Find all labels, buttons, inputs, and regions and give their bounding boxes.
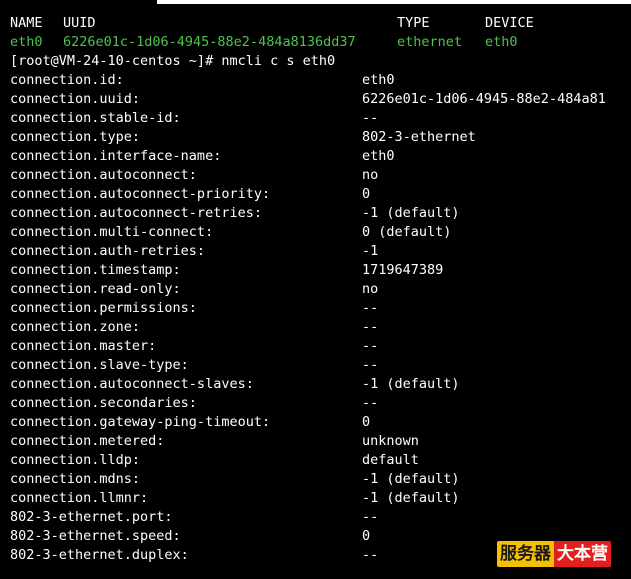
row-type: ethernet bbox=[397, 34, 463, 50]
window-top-strip-light bbox=[157, 0, 631, 4]
property-key: connection.id: bbox=[10, 72, 124, 88]
property-value: -- bbox=[362, 319, 379, 335]
property-value: 1719647389 bbox=[362, 262, 444, 278]
property-key: connection.permissions: bbox=[10, 300, 197, 316]
property-value: -- bbox=[362, 300, 379, 316]
property-value: unknown bbox=[362, 433, 419, 449]
property-key: connection.uuid: bbox=[10, 91, 141, 107]
property-key: 802-3-ethernet.port: bbox=[10, 509, 173, 525]
device-table-row: eth0 6226e01c-1d06-4945-88e2-484a8136dd3… bbox=[10, 33, 518, 52]
property-value: -- bbox=[362, 357, 379, 373]
window-top-strip bbox=[0, 0, 631, 4]
property-value: -- bbox=[362, 338, 379, 354]
property-value: -1 bbox=[362, 243, 379, 259]
property-value: 0 bbox=[362, 186, 371, 202]
property-key: 802-3-ethernet.speed: bbox=[10, 528, 181, 544]
property-key: connection.multi-connect: bbox=[10, 224, 214, 240]
property-value: 0 (default) bbox=[362, 224, 452, 240]
property-value: default bbox=[362, 452, 419, 468]
property-value: -- bbox=[362, 509, 379, 525]
property-value: 0 bbox=[362, 414, 371, 430]
property-key: connection.llmnr: bbox=[10, 490, 149, 506]
property-key: connection.autoconnect-retries: bbox=[10, 205, 262, 221]
property-key: connection.zone: bbox=[10, 319, 141, 335]
property-key: connection.type: bbox=[10, 129, 141, 145]
property-value: -1 (default) bbox=[362, 490, 460, 506]
watermark-part1: 服务器 bbox=[497, 541, 554, 567]
row-uuid: 6226e01c-1d06-4945-88e2-484a8136dd37 bbox=[63, 34, 356, 50]
shell-prompt: [root@VM-24-10-centos ~]# nmcli c s eth0 bbox=[10, 53, 336, 69]
property-key: connection.lldp: bbox=[10, 452, 141, 468]
property-value: -- bbox=[362, 110, 379, 126]
header-uuid: UUID bbox=[63, 15, 96, 31]
property-key: connection.slave-type: bbox=[10, 357, 189, 373]
watermark-logo: 服务器 大本营 bbox=[497, 541, 611, 567]
property-key: connection.gateway-ping-timeout: bbox=[10, 414, 271, 430]
property-key: connection.metered: bbox=[10, 433, 165, 449]
property-value: -1 (default) bbox=[362, 205, 460, 221]
row-device: eth0 bbox=[485, 34, 518, 50]
header-type: TYPE bbox=[397, 15, 430, 31]
header-device: DEVICE bbox=[485, 15, 534, 31]
property-key: connection.read-only: bbox=[10, 281, 181, 297]
property-key: connection.interface-name: bbox=[10, 148, 222, 164]
property-value: eth0 bbox=[362, 148, 395, 164]
property-value: 802-3-ethernet bbox=[362, 129, 476, 145]
device-table-header: NAME UUID TYPE DEVICE bbox=[10, 14, 534, 33]
property-key: connection.timestamp: bbox=[10, 262, 181, 278]
row-name: eth0 bbox=[10, 34, 43, 50]
property-key: connection.secondaries: bbox=[10, 395, 197, 411]
property-value: -- bbox=[362, 395, 379, 411]
property-key: connection.mdns: bbox=[10, 471, 141, 487]
property-key: connection.autoconnect-priority: bbox=[10, 186, 271, 202]
header-name: NAME bbox=[10, 15, 43, 31]
property-value: 0 bbox=[362, 528, 371, 544]
property-value: eth0 bbox=[362, 72, 395, 88]
property-value: -1 (default) bbox=[362, 471, 460, 487]
property-value: no bbox=[362, 281, 379, 297]
property-value: no bbox=[362, 167, 379, 183]
property-value: -- bbox=[362, 547, 379, 563]
property-key: connection.stable-id: bbox=[10, 110, 181, 126]
property-key: 802-3-ethernet.duplex: bbox=[10, 547, 189, 563]
watermark-part2: 大本营 bbox=[554, 541, 611, 567]
terminal-window[interactable]: NAME UUID TYPE DEVICE eth0 6226e01c-1d06… bbox=[0, 0, 631, 579]
property-value: -1 (default) bbox=[362, 376, 460, 392]
property-key: connection.master: bbox=[10, 338, 157, 354]
property-value: 6226e01c-1d06-4945-88e2-484a81 bbox=[362, 91, 606, 107]
property-key: connection.auth-retries: bbox=[10, 243, 206, 259]
property-key: connection.autoconnect: bbox=[10, 167, 197, 183]
property-key: connection.autoconnect-slaves: bbox=[10, 376, 254, 392]
